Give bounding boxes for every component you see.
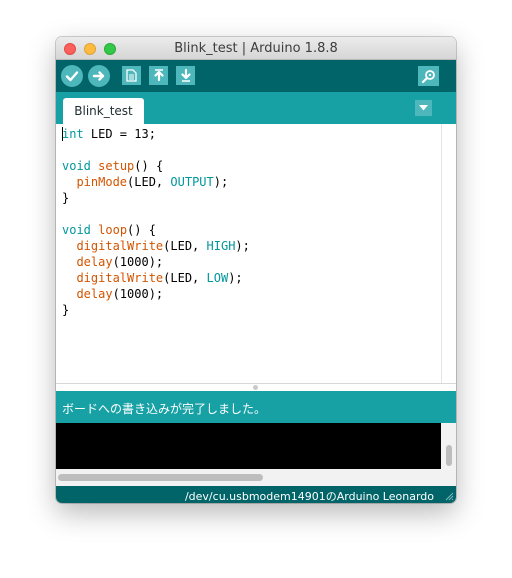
check-icon — [65, 71, 79, 82]
code-line: void setup() { — [62, 159, 164, 173]
console-output[interactable] — [56, 423, 456, 469]
new-sketch-button[interactable] — [122, 66, 141, 85]
console-horizontal-scroll-thumb[interactable] — [58, 474, 263, 481]
code-line: digitalWrite(LED, HIGH); — [76, 239, 250, 253]
resize-grip-icon[interactable] — [444, 491, 454, 501]
code-editor[interactable]: int LED = 13;​void setup() { pinMode(LED… — [56, 124, 456, 383]
chevron-down-icon — [419, 105, 428, 111]
code-line: delay(1000); — [76, 287, 164, 301]
board-info-bar: /dev/cu.usbmodem14901のArduino Leonardo — [56, 486, 456, 503]
console-vertical-scroll-thumb[interactable] — [446, 445, 452, 466]
tab-blink-test[interactable]: Blink_test — [63, 98, 144, 124]
tab-bar: Blink_test — [56, 92, 456, 124]
code-text: int LED = 13;​void setup() { pinMode(LED… — [62, 126, 250, 318]
toolbar — [56, 60, 456, 92]
status-bar: ボードへの書き込みが完了しました。 — [56, 391, 456, 423]
code-line: delay(1000); — [76, 255, 164, 269]
code-line: } — [62, 191, 70, 205]
title-bar: Blink_test | Arduino 1.8.8 — [56, 37, 456, 60]
divider-grip-icon[interactable] — [253, 385, 258, 390]
arrow-down-icon — [180, 69, 191, 82]
code-line: ​ — [62, 142, 250, 158]
pane-divider[interactable] — [56, 383, 456, 391]
serial-monitor-button[interactable] — [418, 66, 439, 86]
arrow-right-icon — [92, 71, 105, 81]
arrow-up-icon — [153, 69, 164, 82]
tab-menu-button[interactable] — [415, 100, 432, 116]
arduino-ide-window: Blink_test | Arduino 1.8.8 Blink_test in… — [56, 37, 456, 503]
code-line: ​ — [62, 206, 250, 222]
code-line: int LED = 13; — [62, 127, 156, 141]
save-sketch-button[interactable] — [176, 66, 195, 85]
code-line: } — [62, 303, 70, 317]
document-icon — [126, 69, 137, 82]
code-line: digitalWrite(LED, LOW); — [76, 271, 243, 285]
verify-button[interactable] — [61, 65, 83, 87]
window-title: Blink_test | Arduino 1.8.8 — [174, 41, 338, 56]
magnifier-icon — [421, 70, 435, 83]
open-sketch-button[interactable] — [149, 66, 168, 85]
code-line: void loop() { — [62, 223, 156, 237]
code-line: pinMode(LED, OUTPUT); — [76, 175, 229, 189]
editor-margin-line — [441, 124, 442, 383]
status-message: ボードへの書き込みが完了しました。 — [62, 402, 267, 416]
upload-button[interactable] — [88, 65, 110, 87]
board-port-label: /dev/cu.usbmodem14901のArduino Leonardo — [184, 490, 434, 503]
